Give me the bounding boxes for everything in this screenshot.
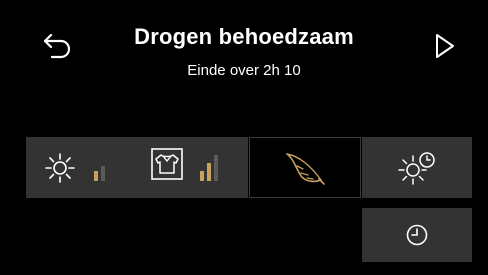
level-bar <box>214 155 218 181</box>
level-bar <box>200 171 204 181</box>
play-icon <box>436 34 454 58</box>
sun-icon <box>45 153 75 183</box>
gentle-option-tile[interactable] <box>249 137 361 198</box>
clock-icon <box>406 224 428 246</box>
ironing-level-control[interactable] <box>150 145 240 191</box>
level-bar <box>207 163 211 181</box>
start-button[interactable] <box>428 28 462 64</box>
drying-level-control[interactable] <box>42 149 118 187</box>
delay-start-tile[interactable] <box>362 137 472 198</box>
timer-tile[interactable] <box>362 208 472 262</box>
ironing-level-bars <box>200 153 218 181</box>
drying-options-tile[interactable] <box>26 137 248 198</box>
feather-icon <box>286 152 325 185</box>
level-bar <box>101 166 105 181</box>
level-bar <box>94 171 98 181</box>
shirt-icon <box>151 148 183 180</box>
program-title: Drogen behoedzaam <box>134 24 354 49</box>
sun-clock-icon <box>398 151 435 185</box>
remaining-time-text: Einde over 2h 10 <box>187 62 301 79</box>
drying-level-bars <box>94 161 105 181</box>
